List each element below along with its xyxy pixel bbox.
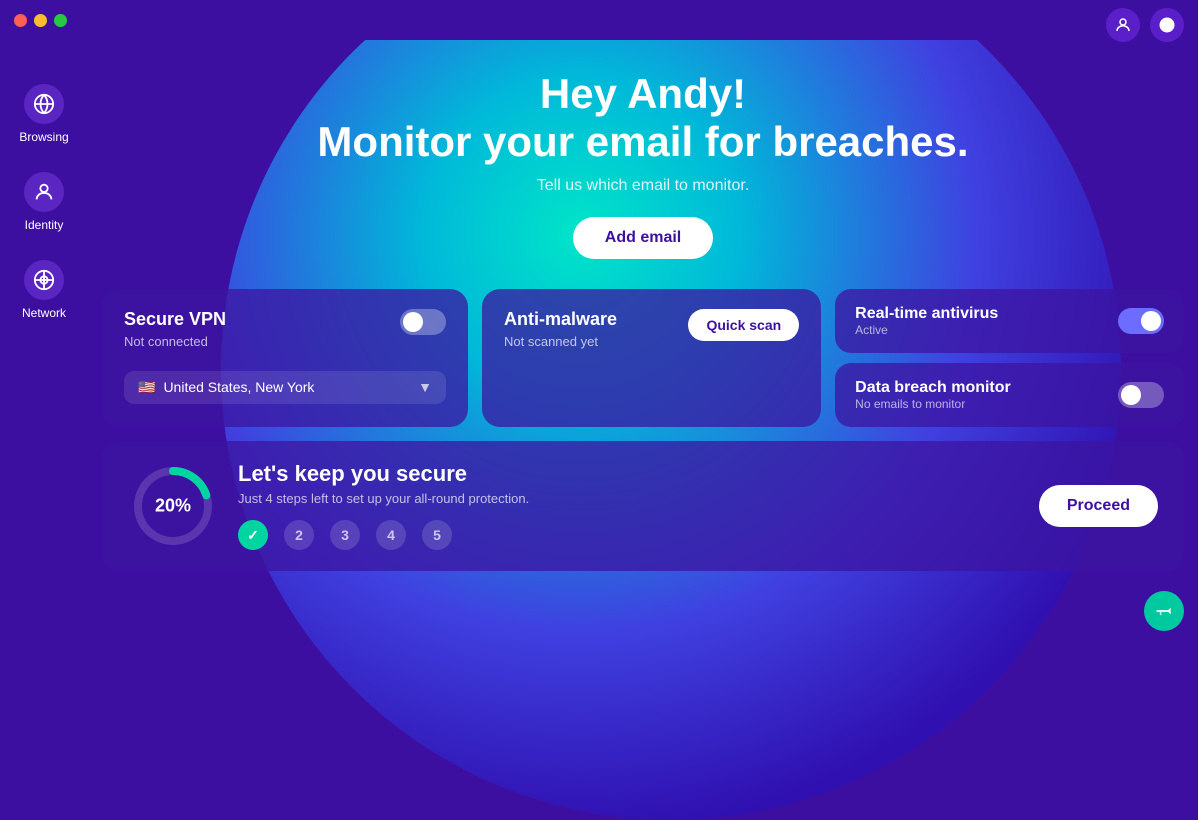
sidebar: Browsing Identity Network — [0, 40, 88, 645]
breach-toggle[interactable] — [1118, 382, 1164, 408]
add-email-button[interactable]: Add email — [573, 217, 713, 259]
progress-donut: 20% — [128, 461, 218, 551]
proceed-button[interactable]: Proceed — [1039, 485, 1158, 527]
sidebar-item-network[interactable]: Network — [0, 246, 88, 334]
vpn-card: Secure VPN Not connected 🇺🇸 United State… — [102, 289, 468, 427]
main-content: Hey Andy! Monitor your email for breache… — [88, 40, 1198, 645]
notifications-icon[interactable] — [1150, 8, 1184, 42]
breach-card: Data breach monitor No emails to monitor — [835, 363, 1184, 427]
step-5[interactable]: 5 — [422, 520, 452, 550]
maximize-button[interactable] — [54, 14, 67, 27]
flag-icon: 🇺🇸 — [138, 379, 155, 396]
identity-label: Identity — [25, 218, 64, 232]
breach-title: Data breach monitor — [855, 379, 1011, 397]
megaphone-button[interactable] — [1144, 591, 1184, 631]
cards-row: Secure VPN Not connected 🇺🇸 United State… — [88, 289, 1198, 427]
user-profile-icon[interactable] — [1106, 8, 1140, 42]
progress-percent: 20% — [155, 495, 191, 516]
progress-description: Just 4 steps left to set up your all-rou… — [238, 491, 1019, 506]
minimize-button[interactable] — [34, 14, 47, 27]
vpn-title: Secure VPN — [124, 309, 226, 330]
titlebar — [0, 0, 1198, 40]
step-4[interactable]: 4 — [376, 520, 406, 550]
hero-subtitle: Tell us which email to monitor. — [537, 177, 750, 195]
step-1[interactable]: ✓ — [238, 520, 268, 550]
network-label: Network — [22, 306, 66, 320]
vpn-toggle[interactable] — [400, 309, 446, 335]
progress-card: 20% Let's keep you secure Just 4 steps l… — [102, 441, 1184, 571]
vpn-location-selector[interactable]: 🇺🇸 United States, New York ▼ — [124, 371, 446, 404]
sidebar-item-browsing[interactable]: Browsing — [0, 70, 88, 158]
sidebar-item-identity[interactable]: Identity — [0, 158, 88, 246]
breach-status: No emails to monitor — [855, 397, 1011, 411]
hero-title: Hey Andy! Monitor your email for breache… — [317, 70, 968, 167]
antimalware-title: Anti-malware — [504, 309, 617, 330]
antimalware-status: Not scanned yet — [504, 334, 617, 349]
antivirus-status: Active — [855, 323, 998, 337]
network-icon — [24, 260, 64, 300]
top-right-icons — [1106, 8, 1184, 42]
chevron-down-icon: ▼ — [418, 379, 432, 395]
traffic-lights — [14, 14, 67, 27]
right-cards: Real-time antivirus Active Data breach m… — [835, 289, 1184, 427]
quick-scan-button[interactable]: Quick scan — [688, 309, 799, 341]
steps-row: ✓ 2 3 4 5 — [238, 520, 1019, 550]
step-2[interactable]: 2 — [284, 520, 314, 550]
vpn-status: Not connected — [124, 334, 226, 349]
identity-icon — [24, 172, 64, 212]
close-button[interactable] — [14, 14, 27, 27]
progress-info: Let's keep you secure Just 4 steps left … — [238, 461, 1019, 550]
step-3[interactable]: 3 — [330, 520, 360, 550]
antivirus-title: Real-time antivirus — [855, 305, 998, 323]
browsing-icon — [24, 84, 64, 124]
vpn-location-text: United States, New York — [163, 379, 314, 395]
antimalware-card: Anti-malware Not scanned yet Quick scan — [482, 289, 821, 427]
browsing-label: Browsing — [19, 130, 68, 144]
antivirus-toggle[interactable] — [1118, 308, 1164, 334]
progress-title: Let's keep you secure — [238, 461, 1019, 487]
antivirus-card: Real-time antivirus Active — [835, 289, 1184, 353]
